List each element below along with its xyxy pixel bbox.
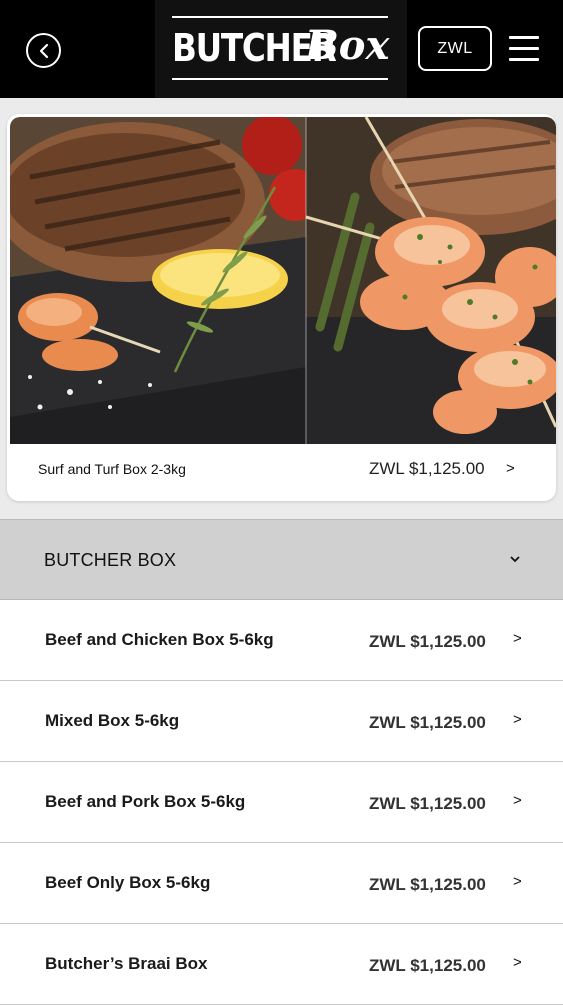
product-price: ZWL $1,125.00 xyxy=(369,956,486,975)
product-price: ZWL $1,125.00 xyxy=(369,794,486,813)
list-item[interactable]: Beef and Pork Box 5-6kg ZWL $1,125.00 > xyxy=(0,762,563,843)
chevron-right-icon: > xyxy=(513,711,522,728)
chevron-right-icon: > xyxy=(506,460,515,477)
featured-product-photo xyxy=(10,117,556,444)
product-name: Beef and Pork Box 5-6kg xyxy=(45,792,246,811)
logo-rule-top xyxy=(172,16,388,18)
chevron-right-icon: > xyxy=(513,630,522,647)
product-name: Mixed Box 5-6kg xyxy=(45,711,180,730)
currency-selector-button[interactable]: ZWL xyxy=(418,26,492,71)
featured-product-card[interactable]: Surf and Turf Box 2-3kg ZWL $1,125.00 > xyxy=(7,114,556,501)
back-button[interactable] xyxy=(26,33,61,68)
list-item[interactable]: Butcher’s Braai Box ZWL $1,125.00 > xyxy=(0,924,563,1005)
featured-product-name: Surf and Turf Box 2-3kg xyxy=(38,461,186,477)
app-header: BUTCHER Box ZWL xyxy=(0,0,563,98)
chevron-down-icon xyxy=(510,550,520,566)
category-header-butcher-box[interactable]: BUTCHER BOX xyxy=(0,519,563,600)
chevron-right-icon: > xyxy=(513,792,522,809)
product-list: Beef and Chicken Box 5-6kg ZWL $1,125.00… xyxy=(0,600,563,1005)
chevron-right-icon: > xyxy=(513,873,522,890)
hamburger-menu-icon[interactable] xyxy=(509,36,539,62)
product-price: ZWL $1,125.00 xyxy=(369,713,486,732)
product-price: ZWL $1,125.00 xyxy=(369,875,486,894)
product-name: Beef Only Box 5-6kg xyxy=(45,873,211,892)
featured-product-price: ZWL $1,125.00 xyxy=(369,459,485,478)
product-name: Butcher’s Braai Box xyxy=(45,954,208,973)
logo-word-box: Box xyxy=(305,22,390,69)
list-item[interactable]: Mixed Box 5-6kg ZWL $1,125.00 > xyxy=(0,681,563,762)
butcher-box-logo: BUTCHER Box xyxy=(172,16,390,82)
product-name: Beef and Chicken Box 5-6kg xyxy=(45,630,274,649)
list-item[interactable]: Beef Only Box 5-6kg ZWL $1,125.00 > xyxy=(0,843,563,924)
category-label: BUTCHER BOX xyxy=(44,550,177,570)
chevron-left-icon xyxy=(39,43,48,58)
chevron-right-icon: > xyxy=(513,954,522,971)
product-price: ZWL $1,125.00 xyxy=(369,632,486,651)
logo-rule-bottom xyxy=(172,78,388,80)
list-item[interactable]: Beef and Chicken Box 5-6kg ZWL $1,125.00… xyxy=(0,600,563,681)
